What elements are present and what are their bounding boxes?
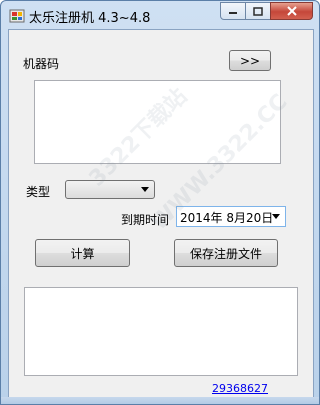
window-title: 太乐注册机 4.3~4.8 <box>29 11 151 26</box>
maximize-icon <box>253 6 263 16</box>
expiry-date-value: 2014年 8月20日 <box>180 211 274 225</box>
machine-code-fetch-button[interactable]: >> <box>229 50 271 71</box>
title-bar[interactable]: 太乐注册机 4.3~4.8 <box>1 1 319 29</box>
app-icon <box>9 9 25 23</box>
save-register-file-button[interactable]: 保存注册文件 <box>174 239 278 267</box>
window-bottom-border <box>1 397 319 404</box>
contact-link[interactable]: 29368627 <box>212 382 268 395</box>
type-label: 类型 <box>26 185 51 199</box>
expiry-date-picker[interactable]: 2014年 8月20日 <box>176 206 286 227</box>
minimize-icon <box>229 12 237 14</box>
caption-buttons <box>220 2 313 22</box>
machine-code-textarea[interactable] <box>34 80 281 164</box>
output-textarea[interactable] <box>24 287 298 376</box>
close-icon <box>286 6 297 16</box>
calculate-button[interactable]: 计算 <box>35 239 130 267</box>
client-area: 机器码 >> 类型 到期时间 2014年 8月20日 计算 保存注册文件 293… <box>8 29 314 399</box>
type-combobox[interactable] <box>65 180 155 199</box>
chevron-down-icon <box>272 214 280 219</box>
maximize-button[interactable] <box>245 2 271 20</box>
machine-code-label: 机器码 <box>23 57 60 71</box>
expiry-label: 到期时间 <box>121 213 170 227</box>
chevron-down-icon <box>141 187 149 192</box>
close-button[interactable] <box>270 2 313 20</box>
app-window: 太乐注册机 4.3~4.8 机器码 >> 类型 到期时间 2014年 8月20日… <box>0 0 320 405</box>
minimize-button[interactable] <box>220 2 246 20</box>
